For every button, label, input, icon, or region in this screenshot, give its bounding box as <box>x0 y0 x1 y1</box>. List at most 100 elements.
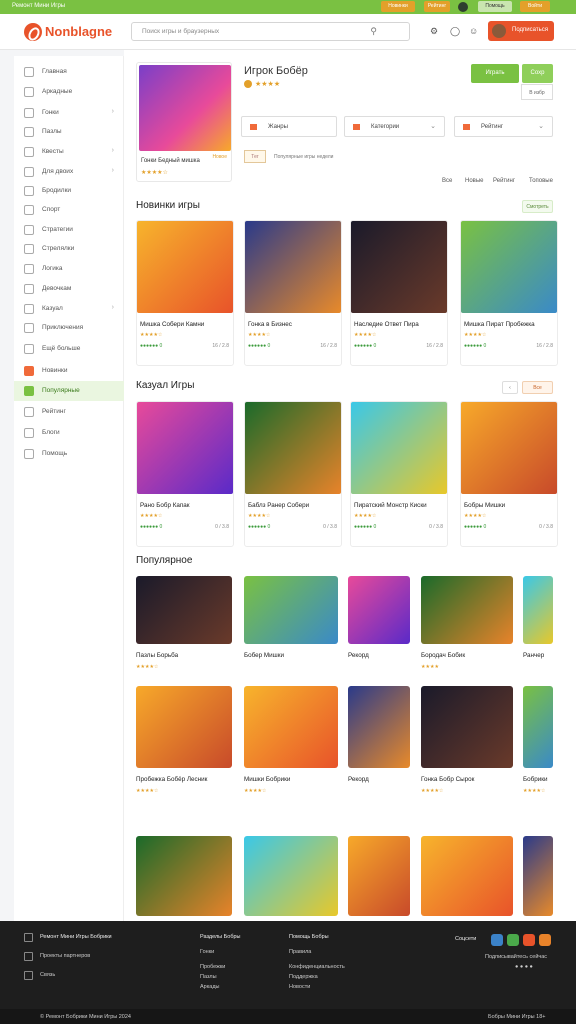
game-card[interactable]: Гонка Бобр Сырок ★★★★☆ <box>421 686 513 808</box>
sort-top[interactable]: Топовые <box>529 178 553 184</box>
sidebar-item[interactable]: Пазлы <box>14 122 124 142</box>
footer-link[interactable]: Правила <box>289 949 311 955</box>
rss-icon[interactable] <box>539 934 551 946</box>
sort-rating[interactable]: Рейтинг <box>493 178 515 184</box>
game-title[interactable]: Рекорд <box>348 652 369 659</box>
game-thumbnail[interactable] <box>351 402 447 494</box>
save-button[interactable]: Сохр <box>522 64 553 83</box>
game-thumbnail[interactable] <box>244 576 338 644</box>
game-thumbnail[interactable] <box>244 836 338 916</box>
game-card[interactable]: Пробежка Бобёр Лесник ★★★★☆ <box>136 686 232 808</box>
logo-icon[interactable] <box>24 23 42 41</box>
game-title[interactable]: Гонка в Бизнес <box>248 321 340 328</box>
game-card[interactable]: Рекорд <box>348 576 410 684</box>
game-card[interactable] <box>523 836 553 916</box>
sidebar-item[interactable]: Блоги <box>14 423 124 443</box>
top-login-button[interactable]: Войти <box>520 1 550 12</box>
sort-new[interactable]: Новые <box>465 178 484 184</box>
game-card[interactable] <box>136 836 232 916</box>
game-card[interactable] <box>348 836 410 916</box>
sidebar-item[interactable]: Рейтинг <box>14 402 124 422</box>
sidebar-item[interactable]: Бродилки <box>14 181 124 201</box>
footer-partners-link[interactable]: Проекты партнеров <box>40 953 90 959</box>
game-title[interactable]: Мишка Пират Пробежка <box>464 321 556 328</box>
footer-link[interactable]: Пробежки <box>200 964 225 970</box>
category-dropdown[interactable]: Категории ⌄ <box>344 116 445 137</box>
top-help-button[interactable]: Помощь <box>478 1 512 12</box>
game-title[interactable]: Наследие Ответ Пира <box>354 321 446 328</box>
game-card[interactable]: Баблз Ранер Собери ★★★★☆ ●●●●●● 0 0 / 3.8 <box>244 401 342 547</box>
game-thumbnail[interactable] <box>348 686 410 768</box>
game-thumbnail[interactable] <box>523 576 553 644</box>
game-card[interactable]: Бобрики ★★★★☆ <box>523 686 553 808</box>
game-card[interactable]: Мишки Бобрики ★★★★☆ <box>244 686 338 808</box>
game-title[interactable]: Бобрики <box>523 776 548 783</box>
game-thumbnail[interactable] <box>245 221 341 313</box>
sidebar-item[interactable]: Главная <box>14 62 124 82</box>
game-title[interactable]: Рано Бобр Капак <box>140 502 232 509</box>
game-thumbnail[interactable] <box>348 836 410 916</box>
game-card[interactable]: Пазлы Борьба ★★★★☆ <box>136 576 232 684</box>
section-all-button[interactable]: Все <box>522 381 553 394</box>
footer-link[interactable]: Гонки <box>200 949 214 955</box>
section-view-button[interactable]: Смотреть <box>522 200 553 213</box>
footer-link[interactable]: Пазлы <box>200 974 217 980</box>
footer-link[interactable]: Аркады <box>200 984 219 990</box>
game-card[interactable] <box>244 836 338 916</box>
featured-card[interactable]: Гонки Бедный мишка ★★★★☆ Новое <box>136 62 232 182</box>
game-title[interactable]: Мишка Собери Камни <box>140 321 232 328</box>
theme-toggle-icon[interactable] <box>458 2 468 12</box>
game-thumbnail[interactable] <box>461 221 557 313</box>
game-thumbnail[interactable] <box>136 836 232 916</box>
game-thumbnail[interactable] <box>137 221 233 313</box>
game-card[interactable]: Бобер Мишки <box>244 576 338 684</box>
game-thumbnail[interactable] <box>137 402 233 494</box>
sidebar-item[interactable]: Стратегии <box>14 220 124 240</box>
footer-link[interactable]: Новости <box>289 984 310 990</box>
sidebar-item[interactable]: Казуал › <box>14 299 124 319</box>
play-button[interactable]: Играть <box>471 64 519 83</box>
game-thumbnail[interactable] <box>348 576 410 644</box>
sidebar-item[interactable]: Гонки › <box>14 103 124 123</box>
game-thumbnail[interactable] <box>421 576 513 644</box>
sidebar-item[interactable]: Квесты › <box>14 142 124 162</box>
favorite-box[interactable]: В избр <box>521 84 553 100</box>
footer-link[interactable]: Поддержка <box>289 974 318 980</box>
game-card[interactable]: Пиратский Монстр Киски ★★★★☆ ●●●●●● 0 0 / 3… <box>350 401 448 547</box>
game-card[interactable]: Гонка в Бизнес ★★★★☆ ●●●●●● 0 16 / 2.8 <box>244 220 342 366</box>
game-thumbnail[interactable] <box>245 402 341 494</box>
game-card[interactable]: Рано Бобр Капак ★★★★☆ ●●●●●● 0 0 / 3.8 <box>136 401 234 547</box>
game-title[interactable]: Пазлы Борьба <box>136 652 178 659</box>
footer-link[interactable]: Конфиденциальность <box>289 964 345 970</box>
youtube-icon[interactable] <box>523 934 535 946</box>
featured-image[interactable] <box>139 65 231 151</box>
genre-dropdown[interactable]: Жанры <box>241 116 337 137</box>
game-thumbnail[interactable] <box>421 836 513 916</box>
rating-dropdown[interactable]: Рейтинг ⌄ <box>454 116 553 137</box>
game-title[interactable]: Бобры Мишки <box>464 502 556 509</box>
game-card[interactable]: Ранчер <box>523 576 553 684</box>
sidebar-item[interactable]: Новинки <box>14 361 124 381</box>
sidebar-item[interactable]: Ещё больше <box>14 339 124 359</box>
game-card[interactable] <box>421 836 513 916</box>
settings-icon[interactable]: ◯ <box>450 26 460 37</box>
sidebar-item[interactable]: Популярные <box>14 381 124 401</box>
sidebar-item[interactable]: Девочкам <box>14 279 124 299</box>
bell-icon[interactable]: ⚙ <box>430 26 438 37</box>
search-icon[interactable]: ⚲ <box>370 26 377 37</box>
vk-icon[interactable] <box>491 934 503 946</box>
sidebar-item[interactable]: Помощь <box>14 444 124 464</box>
game-card[interactable]: Бобры Мишки ★★★★☆ ●●●●●● 0 0 / 3.8 <box>460 401 558 547</box>
game-title[interactable]: Рекорд <box>348 776 369 783</box>
sidebar-item[interactable]: Приключения <box>14 318 124 338</box>
game-title[interactable]: Бородач Бобик <box>421 652 465 659</box>
sidebar-item[interactable]: Для двоих › <box>14 162 124 182</box>
game-thumbnail[interactable] <box>136 576 232 644</box>
game-card[interactable]: Рекорд <box>348 686 410 808</box>
game-card[interactable]: Мишка Пират Пробежка ★★★★☆ ●●●●●● 0 16 / 2.… <box>460 220 558 366</box>
game-title[interactable]: Баблз Ранер Собери <box>248 502 340 509</box>
game-title[interactable]: Пробежка Бобёр Лесник <box>136 776 207 783</box>
game-title[interactable]: Пиратский Монстр Киски <box>354 502 446 509</box>
sidebar-item[interactable]: Спорт <box>14 200 124 220</box>
section-prev-button[interactable]: ‹ <box>502 381 518 394</box>
